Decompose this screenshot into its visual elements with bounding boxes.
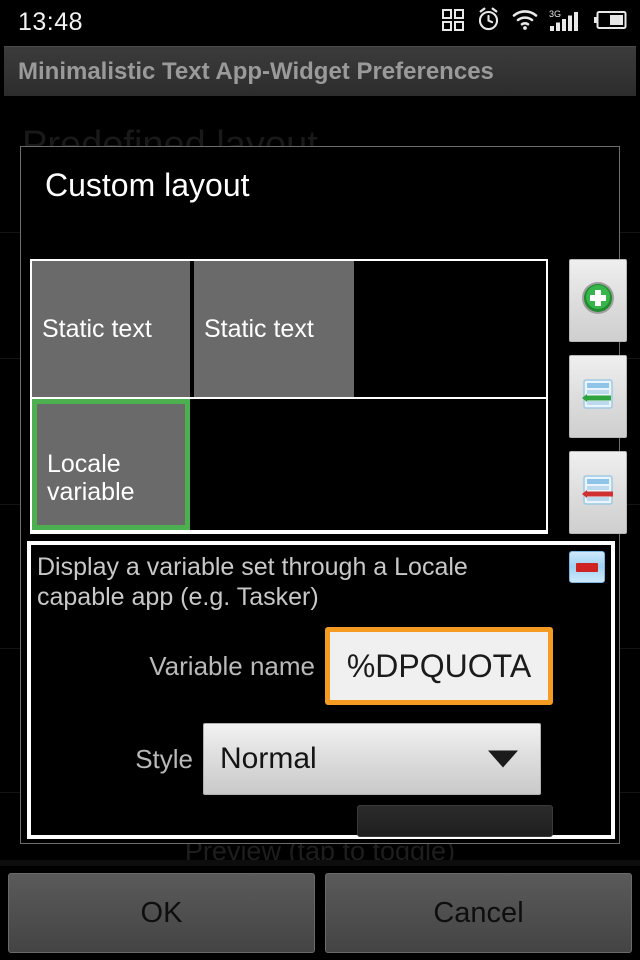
minus-icon [576, 562, 598, 572]
svg-text:3G: 3G [549, 9, 561, 19]
style-selected-value: Normal [220, 742, 317, 775]
green-plus-circle-icon [580, 280, 616, 321]
layout-cell-static-text-2[interactable]: Static text [194, 261, 354, 397]
style-row: Style Normal [31, 723, 611, 795]
style-dropdown[interactable]: Normal [203, 723, 541, 795]
layout-tool-buttons [569, 259, 627, 534]
wifi-icon [512, 9, 538, 36]
ok-button[interactable]: OK [8, 873, 315, 953]
add-row-green-icon [580, 376, 616, 417]
status-bar-clock: 13:48 [18, 7, 84, 36]
remove-row-button[interactable] [569, 451, 627, 534]
style-label: Style [135, 743, 193, 774]
variable-name-label: Variable name [149, 650, 315, 681]
element-description-line1: Display a variable set through a Locale [37, 553, 468, 581]
layout-grid-row: Static text Static text [32, 261, 546, 397]
chevron-down-icon [488, 750, 518, 768]
layout-cell-static-text-1[interactable]: Static text [32, 261, 190, 397]
add-element-button[interactable] [569, 259, 627, 342]
apps-grid-icon [441, 8, 465, 37]
custom-layout-dialog: Custom layout Static text Static text Lo… [20, 146, 627, 844]
cancel-button[interactable]: Cancel [325, 873, 632, 953]
add-row-button[interactable] [569, 355, 627, 438]
element-description: Display a variable set through a Locale … [37, 553, 537, 612]
variable-name-value: %DPQUOTA [346, 647, 532, 684]
remove-row-red-icon [580, 472, 616, 513]
layout-cell-locale-variable[interactable]: Locale variable [32, 399, 190, 530]
layout-cell-empty[interactable] [356, 261, 546, 397]
dialog-title: Custom layout [45, 167, 250, 203]
screen: 13:48 3G Minimalistic Text App-Widget Pr… [0, 0, 640, 960]
variable-name-input[interactable]: %DPQUOTA [325, 627, 553, 705]
layout-cell-label: Static text [204, 315, 314, 343]
app-title: Minimalistic Text App-Widget Preferences [18, 57, 494, 85]
3g-signal-icon: 3G [549, 8, 583, 37]
element-editor-panel: Display a variable set through a Locale … [27, 541, 615, 839]
layout-cell-empty[interactable] [192, 399, 546, 530]
status-bar: 13:48 3G [0, 0, 640, 44]
status-bar-icons: 3G [441, 7, 628, 37]
variable-name-row: Variable name %DPQUOTA [31, 627, 611, 705]
element-description-line2: capable app (e.g. Tasker) [37, 582, 319, 611]
app-title-bar: Minimalistic Text App-Widget Preferences [4, 46, 636, 96]
alarm-clock-icon [476, 7, 501, 37]
remove-element-button[interactable] [569, 551, 605, 583]
layout-grid[interactable]: Static text Static text Locale variable [30, 259, 548, 534]
clipped-control[interactable] [357, 805, 553, 837]
battery-icon [594, 10, 628, 35]
layout-grid-row: Locale variable [32, 399, 546, 530]
layout-cell-label: Locale variable [47, 450, 135, 506]
dialog-button-bar: OK Cancel [0, 866, 640, 960]
layout-cell-label: Static text [42, 315, 152, 343]
